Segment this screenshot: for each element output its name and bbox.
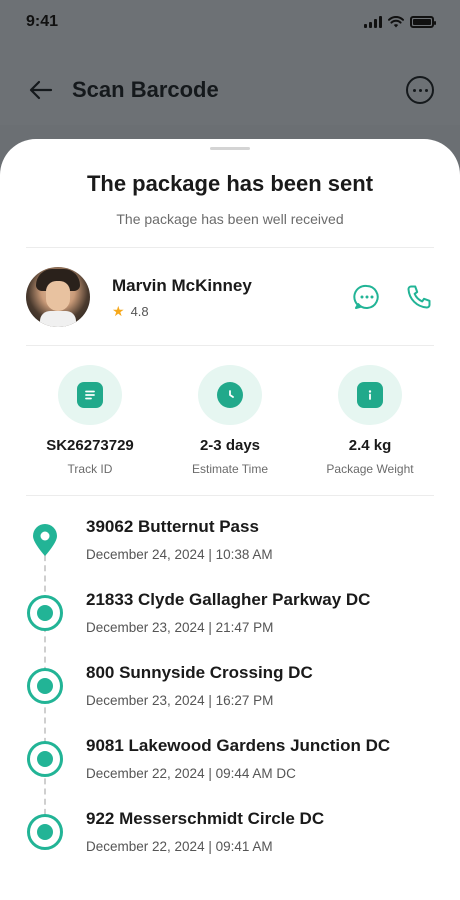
timeline-location: 9081 Lakewood Gardens Junction DC — [86, 736, 391, 755]
package-weight-value: 2.4 kg — [348, 437, 392, 454]
timeline-text: 9081 Lakewood Gardens Junction DC Decemb… — [86, 736, 390, 781]
phone-icon — [407, 285, 431, 309]
stat-track-id: SK26273729 Track ID — [20, 365, 160, 476]
timeline-location: 800 Sunnyside Crossing DC — [86, 663, 313, 682]
stat-icon-circle — [58, 365, 122, 425]
driver-info: Marvin McKinney ★ 4.8 — [112, 276, 352, 319]
timeline-date: December 22, 2024 | 09:44 AM DC — [86, 766, 296, 781]
timeline-item: 9081 Lakewood Gardens Junction DC Decemb… — [26, 728, 434, 788]
status-bar: 9:41 — [0, 0, 460, 44]
location-pin-icon — [26, 521, 64, 559]
driver-actions — [352, 282, 434, 312]
estimate-time-label: Estimate Time — [191, 462, 269, 476]
divider — [26, 247, 434, 248]
timeline-item: 39062 Butternut Pass December 24, 2024 |… — [26, 509, 434, 569]
driver-card: Marvin McKinney ★ 4.8 — [26, 267, 434, 327]
status-time: 9:41 — [26, 13, 59, 30]
stat-estimate-time: 2-3 days Estimate Time — [160, 365, 300, 476]
checkpoint-icon — [26, 667, 64, 705]
divider — [26, 495, 434, 496]
stat-icon-circle — [198, 365, 262, 425]
page-title: Scan Barcode — [72, 77, 219, 102]
signal-icon — [364, 16, 382, 28]
back-button[interactable] — [26, 75, 56, 105]
star-icon: ★ — [112, 303, 125, 319]
package-stats: SK26273729 Track ID 2-3 days Estimate Ti… — [20, 365, 440, 476]
wifi-icon — [388, 16, 404, 28]
timeline-location: 922 Messerschmidt Circle DC — [86, 809, 325, 828]
rating-value: 4.8 — [130, 303, 149, 319]
avatar — [26, 267, 90, 327]
driver-rating: ★ 4.8 — [112, 304, 352, 319]
bottom-sheet: The package has been sent The package ha… — [0, 139, 460, 900]
estimate-time-value: 2-3 days — [199, 437, 261, 454]
driver-name: Marvin McKinney — [112, 275, 252, 295]
message-button[interactable] — [352, 282, 382, 312]
document-icon — [77, 382, 103, 408]
timeline-text: 922 Messerschmidt Circle DC December 22,… — [86, 809, 324, 854]
chat-icon — [353, 284, 379, 309]
more-options-button[interactable] — [406, 76, 434, 104]
checkpoint-icon — [26, 594, 64, 632]
header: Scan Barcode — [0, 66, 460, 114]
info-icon — [357, 382, 383, 408]
status-icons — [364, 16, 436, 28]
timeline-text: 800 Sunnyside Crossing DC December 23, 2… — [86, 663, 313, 708]
timeline-item: 800 Sunnyside Crossing DC December 23, 2… — [26, 655, 434, 715]
sheet-title: The package has been sent — [86, 171, 374, 196]
checkpoint-icon — [26, 740, 64, 778]
timeline-text: 21833 Clyde Gallagher Parkway DC Decembe… — [86, 590, 370, 635]
timeline-text: 39062 Butternut Pass December 24, 2024 |… — [86, 517, 273, 562]
more-icon — [412, 88, 416, 92]
package-weight-label: Package Weight — [326, 462, 414, 476]
timeline-location: 21833 Clyde Gallagher Parkway DC — [86, 590, 371, 609]
timeline-date: December 24, 2024 | 10:38 AM — [86, 547, 273, 562]
timeline-date: December 23, 2024 | 16:27 PM — [86, 693, 274, 708]
sheet-handle[interactable] — [210, 147, 250, 150]
arrow-left-icon — [29, 80, 53, 100]
stat-package-weight: 2.4 kg Package Weight — [300, 365, 440, 476]
battery-icon — [410, 16, 436, 28]
sheet-subtitle: The package has been well received — [116, 211, 344, 227]
checkpoint-icon — [26, 813, 64, 851]
timeline-date: December 22, 2024 | 09:41 AM — [86, 839, 273, 854]
call-button[interactable] — [404, 282, 434, 312]
clock-icon — [217, 382, 243, 408]
track-id-value: SK26273729 — [46, 437, 134, 454]
timeline-date: December 23, 2024 | 21:47 PM — [86, 620, 274, 635]
timeline-location: 39062 Butternut Pass — [86, 517, 259, 536]
track-id-label: Track ID — [67, 462, 113, 476]
top-bar: 9:41 Scan Barcode — [0, 0, 460, 125]
divider — [26, 345, 434, 346]
timeline-item: 21833 Clyde Gallagher Parkway DC Decembe… — [26, 582, 434, 642]
timeline-item: 922 Messerschmidt Circle DC December 22,… — [26, 801, 434, 861]
stat-icon-circle — [338, 365, 402, 425]
